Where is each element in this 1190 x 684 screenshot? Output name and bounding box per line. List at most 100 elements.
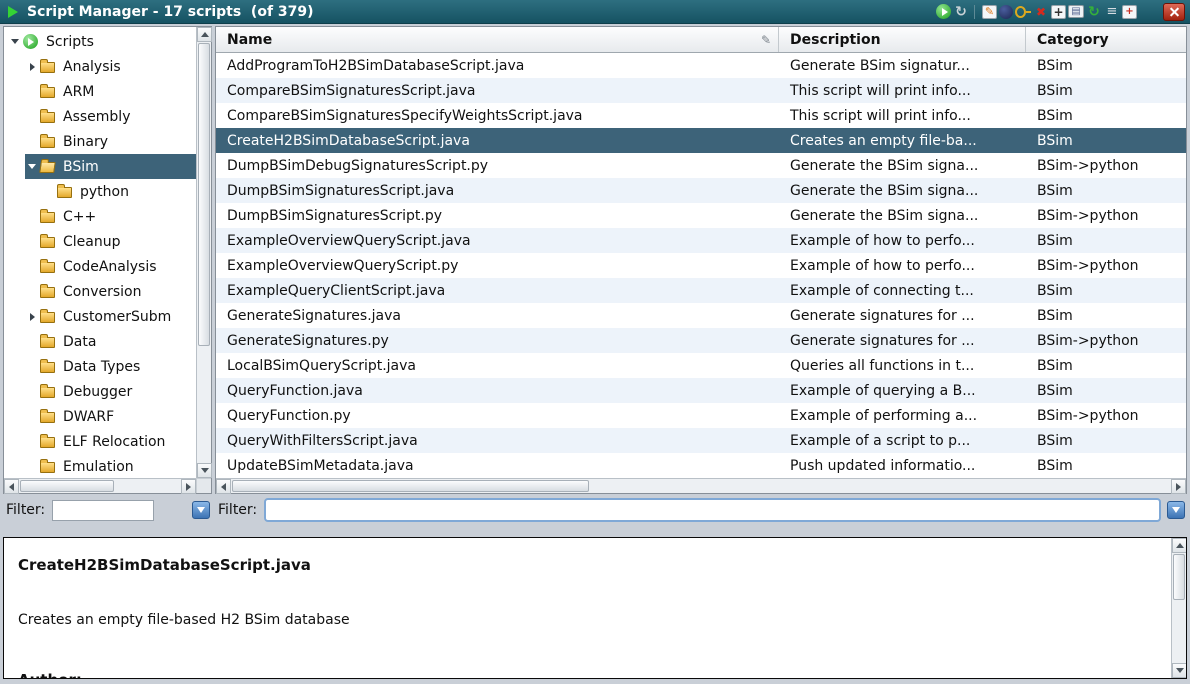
tree-item-analysis[interactable]: Analysis — [4, 54, 196, 79]
horizontal-splitter[interactable] — [0, 525, 1190, 535]
tree-item-debugger[interactable]: Debugger — [4, 379, 196, 404]
tree-filter-row: Filter: — [3, 497, 212, 523]
table-horizontal-scrollbar[interactable] — [216, 478, 1186, 493]
table-row[interactable]: CompareBSimSignaturesScript.javaThis scr… — [216, 78, 1186, 103]
table-row[interactable]: ExampleQueryClientScript.javaExample of … — [216, 278, 1186, 303]
table-row[interactable]: CreateH2BSimDatabaseScript.javaCreates a… — [216, 128, 1186, 153]
script-manager-icon — [8, 6, 18, 18]
sort-icon — [761, 33, 771, 47]
filter-options-icon[interactable] — [192, 501, 210, 519]
details-vertical-scrollbar[interactable] — [1171, 538, 1186, 678]
folder-icon — [40, 212, 55, 223]
table-row[interactable]: GenerateSignatures.pyGenerate signatures… — [216, 328, 1186, 353]
tree-item-assembly[interactable]: Assembly — [4, 104, 196, 129]
table-row[interactable]: DumpBSimDebugSignaturesScript.pyGenerate… — [216, 153, 1186, 178]
script-info-icon[interactable]: ▤ — [1068, 5, 1084, 18]
run-script-icon[interactable] — [936, 4, 951, 19]
script-tree: Scripts AnalysisARM Assembly BinaryBSimpyth… — [4, 27, 196, 478]
tree-item-data[interactable]: Data — [4, 329, 196, 354]
expand-icon[interactable] — [25, 313, 39, 321]
bundle-list-icon[interactable]: ≡ — [1104, 4, 1120, 20]
tree-item-data-types[interactable]: Data Types — [4, 354, 196, 379]
scrollbar-track[interactable] — [1172, 553, 1186, 663]
tree-item-emulation[interactable]: Emulation — [4, 454, 196, 478]
tree-item-label: Scripts — [41, 34, 99, 50]
table-row[interactable]: ExampleOverviewQueryScript.javaExample o… — [216, 228, 1186, 253]
folder-icon — [40, 362, 55, 373]
toolbar-separator — [974, 5, 975, 19]
tree-item-c[interactable]: C++ — [4, 204, 196, 229]
collapse-icon[interactable] — [8, 39, 22, 44]
tree-item-label: Conversion — [58, 284, 147, 300]
tree-horizontal-scrollbar[interactable] — [4, 478, 196, 493]
tree-vertical-scrollbar[interactable] — [196, 27, 211, 478]
tree-item-cleanup[interactable]: Cleanup — [4, 229, 196, 254]
eclipse-icon[interactable] — [999, 5, 1013, 19]
script-directories-icon[interactable]: + — [1122, 5, 1137, 19]
table-row[interactable]: GenerateSignatures.javaGenerate signatur… — [216, 303, 1186, 328]
table-row[interactable]: ExampleOverviewQueryScript.pyExample of … — [216, 253, 1186, 278]
cell-category: BSim — [1026, 178, 1186, 203]
tree-item-dwarf[interactable]: DWARF — [4, 404, 196, 429]
cell-category: BSim — [1026, 378, 1186, 403]
tree-item-content: ELF Relocation — [25, 429, 196, 454]
scroll-up-icon[interactable] — [197, 27, 212, 42]
scroll-down-icon[interactable] — [1172, 663, 1187, 678]
tree-item-label: Assembly — [58, 109, 135, 125]
tree-item-elf-relocation[interactable]: ELF Relocation — [4, 429, 196, 454]
scrollbar-track[interactable] — [197, 42, 211, 463]
cell-category: BSim->python — [1026, 328, 1186, 353]
tree-item-customersubm[interactable]: CustomerSubm — [4, 304, 196, 329]
table-row[interactable]: DumpBSimSignaturesScript.pyGenerate the … — [216, 203, 1186, 228]
table-row[interactable]: UpdateBSimMetadata.javaPush updated info… — [216, 453, 1186, 478]
tree-item-python[interactable]: python — [4, 179, 196, 204]
tree-item-bsim[interactable]: BSim — [4, 154, 196, 179]
folder-open-icon — [39, 162, 56, 173]
keybinding-icon[interactable] — [1015, 4, 1031, 20]
scroll-left-icon[interactable] — [216, 479, 231, 494]
folder-icon — [40, 337, 55, 348]
table-row[interactable]: DumpBSimSignaturesScript.javaGenerate th… — [216, 178, 1186, 203]
scrollbar-track[interactable] — [19, 479, 181, 493]
table-row[interactable]: QueryFunction.javaExample of querying a … — [216, 378, 1186, 403]
column-header-name[interactable]: Name — [216, 27, 779, 52]
table-filter-input[interactable] — [264, 498, 1161, 522]
cell-description: Creates an empty file-ba... — [779, 128, 1026, 153]
tree-item-codeanalysis[interactable]: CodeAnalysis — [4, 254, 196, 279]
filter-options-icon[interactable] — [1167, 501, 1185, 519]
scrollbar-thumb[interactable] — [20, 480, 114, 492]
new-script-icon[interactable]: + — [1051, 5, 1066, 19]
scroll-right-icon[interactable] — [1171, 479, 1186, 494]
folder-icon — [40, 312, 55, 323]
edit-script-icon[interactable]: ✎ — [982, 5, 997, 19]
delete-script-icon[interactable]: ✖ — [1033, 4, 1049, 20]
scrollbar-thumb[interactable] — [198, 43, 210, 346]
column-header-description[interactable]: Description — [779, 27, 1026, 52]
column-header-category[interactable]: Category — [1026, 27, 1186, 52]
scroll-right-icon[interactable] — [181, 479, 196, 494]
tree-item-arm[interactable]: ARM — [4, 79, 196, 104]
table-row[interactable]: AddProgramToH2BSimDatabaseScript.javaGen… — [216, 53, 1186, 78]
tree-filter-input[interactable] — [52, 500, 154, 521]
refresh-icon[interactable]: ↻ — [1086, 4, 1102, 20]
scroll-down-icon[interactable] — [197, 463, 212, 478]
table-row[interactable]: QueryFunction.pyExample of performing a.… — [216, 403, 1186, 428]
tree-item-binary[interactable]: Binary — [4, 129, 196, 154]
table-filter-label: Filter: — [218, 502, 257, 518]
tree-item-label: CodeAnalysis — [58, 259, 162, 275]
tree-item-conversion[interactable]: Conversion — [4, 279, 196, 304]
scrollbar-thumb[interactable] — [1173, 554, 1185, 600]
table-row[interactable]: LocalBSimQueryScript.javaQueries all fun… — [216, 353, 1186, 378]
scrollbar-track[interactable] — [231, 479, 1171, 493]
close-icon[interactable] — [1163, 3, 1185, 21]
expand-icon[interactable] — [25, 63, 39, 71]
table-row[interactable]: QueryWithFiltersScript.javaExample of a … — [216, 428, 1186, 453]
tree-item-scripts[interactable]: Scripts — [4, 29, 196, 54]
scrollbar-thumb[interactable] — [232, 480, 589, 492]
scroll-left-icon[interactable] — [4, 479, 19, 494]
run-last-script-icon[interactable]: ↻ — [953, 4, 969, 20]
scroll-up-icon[interactable] — [1172, 538, 1187, 553]
table-row[interactable]: CompareBSimSignaturesSpecifyWeightsScrip… — [216, 103, 1186, 128]
tree-item-label: Data Types — [58, 359, 145, 375]
collapse-icon[interactable] — [25, 164, 39, 169]
